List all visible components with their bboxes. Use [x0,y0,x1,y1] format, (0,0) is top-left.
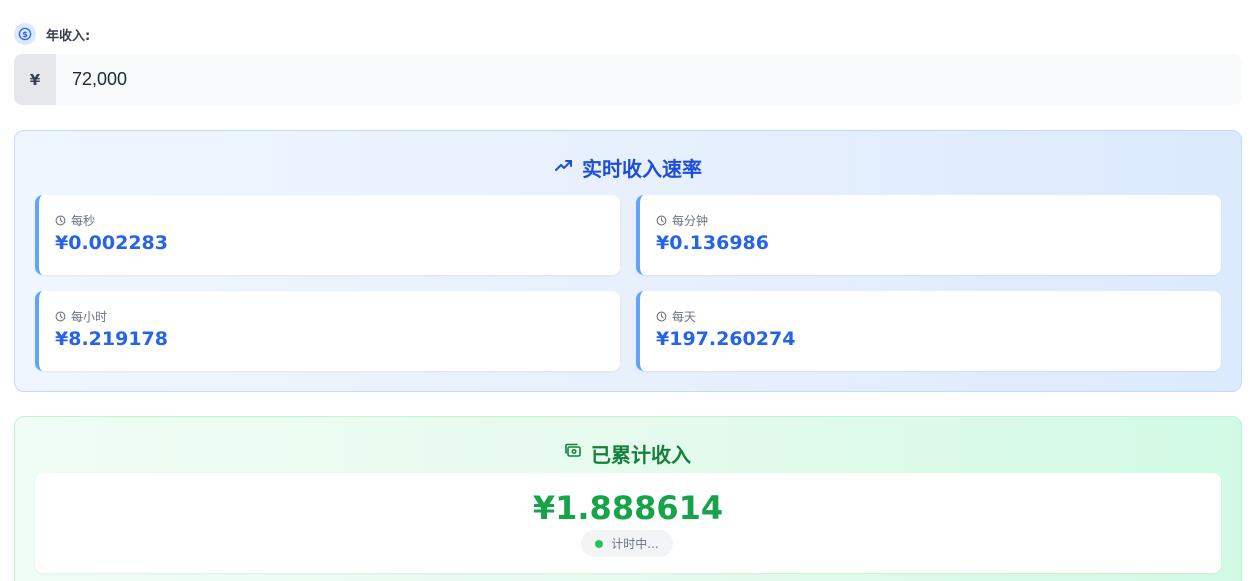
accumulated-title: 已累计收入 [591,442,691,467]
card-label: 每天 [672,310,697,324]
card-label-row: 每小时 [55,307,107,326]
card-label: 每秒 [71,214,96,228]
rate-card-per-minute: 每分钟 ¥0.136986 [636,195,1221,275]
card-label-row: 每天 [656,307,696,326]
coin-icon: $ [14,23,36,45]
card-label: 每小时 [71,310,108,324]
card-value: ¥0.002283 [55,232,168,254]
trending-up-icon [554,155,574,179]
income-label-row: $ 年收入: [14,22,90,46]
accumulated-value: ¥1.888614 [532,489,724,527]
clock-icon [656,211,667,230]
accumulated-panel: 已累计收入 ¥1.888614 计时中... [14,416,1242,581]
status-dot [595,539,604,548]
accumulated-card: ¥1.888614 计时中... [35,473,1221,573]
card-value: ¥0.136986 [656,232,769,254]
clock-icon [656,307,667,326]
status-badge: 计时中... [581,530,673,557]
rate-panel: 实时收入速率 每秒 ¥0.002283 每分钟 ¥0.136986 每小时 ¥8… [14,130,1242,392]
rate-header: 实时收入速率 [15,153,1241,181]
accumulated-header: 已累计收入 [15,439,1241,467]
currency-prefix: ¥ [14,54,56,105]
annual-income-input[interactable] [56,54,1242,105]
cash-icon [565,442,583,464]
svg-text:$: $ [22,30,28,39]
status-text: 计时中... [611,537,659,551]
card-label-row: 每秒 [55,211,95,230]
rate-title: 实时收入速率 [582,156,702,181]
card-label-row: 每分钟 [656,211,708,230]
clock-icon [55,211,66,230]
card-value: ¥197.260274 [656,328,796,350]
rate-card-per-hour: 每小时 ¥8.219178 [35,291,620,371]
rate-card-per-day: 每天 ¥197.260274 [636,291,1221,371]
rate-card-per-second: 每秒 ¥0.002283 [35,195,620,275]
card-label: 每分钟 [672,214,709,228]
card-value: ¥8.219178 [55,328,168,350]
income-label: 年收入: [46,28,91,44]
income-input-group: ¥ [14,54,1242,105]
clock-icon [55,307,66,326]
